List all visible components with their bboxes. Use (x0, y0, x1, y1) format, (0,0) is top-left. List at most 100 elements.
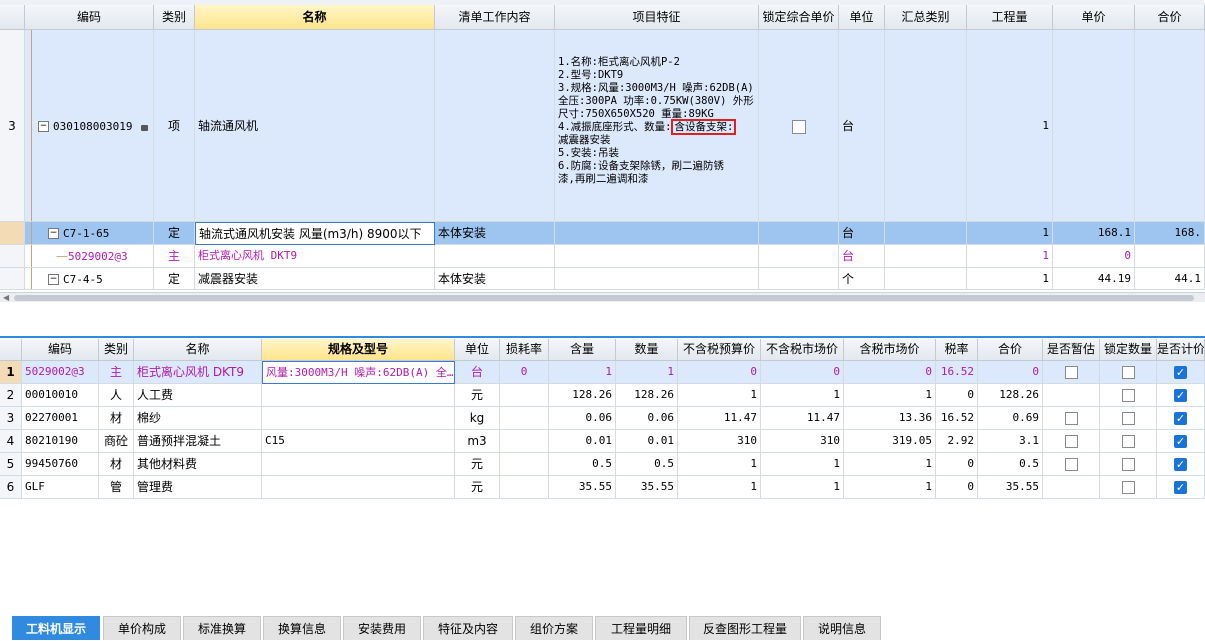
material-rate[interactable]: 0 (936, 476, 978, 499)
material-est-cell[interactable] (1043, 361, 1100, 384)
sub-qty[interactable]: 1 (967, 222, 1053, 245)
material-lock-cell[interactable] (1100, 430, 1157, 453)
material-qty[interactable]: 0.01 (616, 430, 678, 453)
unchecked-checkbox-icon[interactable] (1064, 412, 1078, 425)
unchecked-checkbox-icon[interactable] (1121, 366, 1135, 379)
material-mkt[interactable]: 11.47 (761, 407, 844, 430)
checked-checkbox-icon[interactable]: ✓ (1174, 481, 1187, 494)
unchecked-checkbox-icon[interactable] (1121, 389, 1135, 402)
material-calc-cell[interactable]: ✓ (1157, 407, 1205, 430)
material-name[interactable]: 其他材料费 (134, 453, 262, 476)
material-calc-cell[interactable]: ✓ (1157, 361, 1205, 384)
material-code[interactable]: 5029002@3 (22, 361, 99, 384)
col-header-features[interactable]: 项目特征 (555, 5, 759, 30)
sub-qty[interactable]: 1 (967, 245, 1053, 268)
lock-price-cell[interactable] (759, 30, 839, 222)
bcol-header-tax-rate[interactable]: 税率 (936, 339, 978, 361)
material-calc-cell[interactable]: ✓ (1157, 476, 1205, 499)
material-content[interactable]: 128.26 (549, 384, 616, 407)
sub-code-cell[interactable]: —5029002@3 (25, 245, 154, 268)
unchecked-checkbox-icon[interactable] (1064, 435, 1078, 448)
material-loss[interactable]: 0 (500, 361, 549, 384)
sub-name-input[interactable]: 轴流式通风机安装 风量(m3/h) 8900以下 (195, 222, 435, 245)
col-header-lock-price[interactable]: 锁定综合单价 (759, 5, 839, 30)
material-code[interactable]: GLF (22, 476, 99, 499)
material-lock-cell[interactable] (1100, 407, 1157, 430)
col-header-type[interactable]: 类别 (154, 5, 195, 30)
sub-work[interactable]: 本体安装 (435, 268, 555, 290)
bcol-header-name[interactable]: 名称 (134, 339, 262, 361)
material-tax-mkt[interactable]: 1 (844, 384, 936, 407)
sub-qty[interactable]: 1 (967, 268, 1053, 290)
material-spec[interactable] (262, 453, 455, 476)
collapse-toggle-icon[interactable]: − (48, 274, 59, 285)
material-row[interactable]: 1 5029002@3 主柜式离心风机 DKT9 风量:3000M3/H 噪声:62D… (0, 361, 1205, 384)
col-header-price[interactable]: 单价 (1053, 5, 1135, 30)
material-pre[interactable]: 11.47 (678, 407, 761, 430)
material-mkt[interactable]: 1 (761, 384, 844, 407)
material-qty[interactable]: 1 (616, 361, 678, 384)
material-code[interactable]: 99450760 (22, 453, 99, 476)
material-tax-mkt[interactable]: 1 (844, 476, 936, 499)
sub-features[interactable] (555, 245, 759, 268)
sub-row[interactable]: − C7-4-5 定 减震器安装 本体安装 个 1 44.19 44.1 (0, 268, 1205, 290)
sub-name[interactable]: 减震器安装 (195, 268, 435, 290)
material-code[interactable]: 02270001 (22, 407, 99, 430)
bcol-header-code[interactable]: 编码 (22, 339, 99, 361)
material-pre[interactable]: 1 (678, 453, 761, 476)
material-loss[interactable] (500, 476, 549, 499)
tab-quantity-detail[interactable]: 工程量明细 (595, 616, 687, 640)
bcol-header-qty[interactable]: 数量 (616, 339, 678, 361)
material-name[interactable]: 棉纱 (134, 407, 262, 430)
col-header-work[interactable]: 清单工作内容 (435, 5, 555, 30)
horizontal-scrollbar[interactable]: ◀ (0, 292, 1205, 302)
item-code-cell[interactable]: −030108003019 (25, 30, 154, 222)
material-est-cell[interactable] (1043, 407, 1100, 430)
material-name[interactable]: 普通预拌混凝土 (134, 430, 262, 453)
material-est-cell[interactable] (1043, 384, 1100, 407)
material-pre[interactable]: 0 (678, 361, 761, 384)
tab-materials[interactable]: 工料机显示 (12, 616, 100, 640)
material-calc-cell[interactable]: ✓ (1157, 430, 1205, 453)
tab-install-fee[interactable]: 安装费用 (343, 616, 421, 640)
material-qty[interactable]: 0.06 (616, 407, 678, 430)
material-content[interactable]: 0.5 (549, 453, 616, 476)
checked-checkbox-icon[interactable]: ✓ (1174, 412, 1187, 425)
tab-notes[interactable]: 说明信息 (803, 616, 881, 640)
bcol-header-market-price[interactable]: 不含税市场价 (761, 339, 844, 361)
item-work[interactable] (435, 30, 555, 222)
tab-price-composition[interactable]: 单价构成 (103, 616, 181, 640)
checked-checkbox-icon[interactable]: ✓ (1174, 458, 1187, 471)
bcol-header-loss[interactable]: 损耗率 (500, 339, 549, 361)
bcol-header-tax-market[interactable]: 含税市场价 (844, 339, 936, 361)
material-loss[interactable] (500, 453, 549, 476)
material-content[interactable]: 35.55 (549, 476, 616, 499)
material-total[interactable]: 0.69 (978, 407, 1043, 430)
collapse-toggle-icon[interactable]: − (38, 121, 49, 132)
bcol-header-unit[interactable]: 单位 (455, 339, 500, 361)
item-qty[interactable]: 1 (967, 30, 1053, 222)
material-lock-cell[interactable] (1100, 361, 1157, 384)
sub-work[interactable] (435, 245, 555, 268)
material-total[interactable]: 0.5 (978, 453, 1043, 476)
unchecked-checkbox-icon[interactable] (1064, 458, 1078, 471)
material-total[interactable]: 128.26 (978, 384, 1043, 407)
material-row[interactable]: 3 02270001 材棉纱 kg 0.06 0.06 11.47 11.47 13.36 16.… (0, 407, 1205, 430)
material-total[interactable]: 0 (978, 361, 1043, 384)
sub-features[interactable] (555, 268, 759, 290)
col-header-name[interactable]: 名称 (195, 5, 435, 30)
scrollbar-thumb[interactable] (14, 295, 1194, 301)
sub-work[interactable]: 本体安装 (435, 222, 555, 245)
unchecked-checkbox-icon[interactable] (1121, 481, 1135, 494)
material-est-cell[interactable] (1043, 453, 1100, 476)
material-spec[interactable]: C15 (262, 430, 455, 453)
bcol-header-spec[interactable]: 规格及型号 (262, 339, 455, 361)
sub-row[interactable]: —5029002@3 主 柜式离心风机 DKT9 台 1 0 (0, 245, 1205, 268)
material-row[interactable]: 6 GLF 管管理费元 35.55 35.55 1 1 1 0 35.55 ✓ (0, 476, 1205, 499)
material-tax-mkt[interactable]: 13.36 (844, 407, 936, 430)
material-rate[interactable]: 16.52 (936, 361, 978, 384)
sub-code-cell[interactable]: − C7-4-5 (25, 268, 154, 290)
sub-code-cell[interactable]: − C7-1-65 (25, 222, 154, 245)
material-mkt[interactable]: 1 (761, 476, 844, 499)
material-rate[interactable]: 0 (936, 453, 978, 476)
